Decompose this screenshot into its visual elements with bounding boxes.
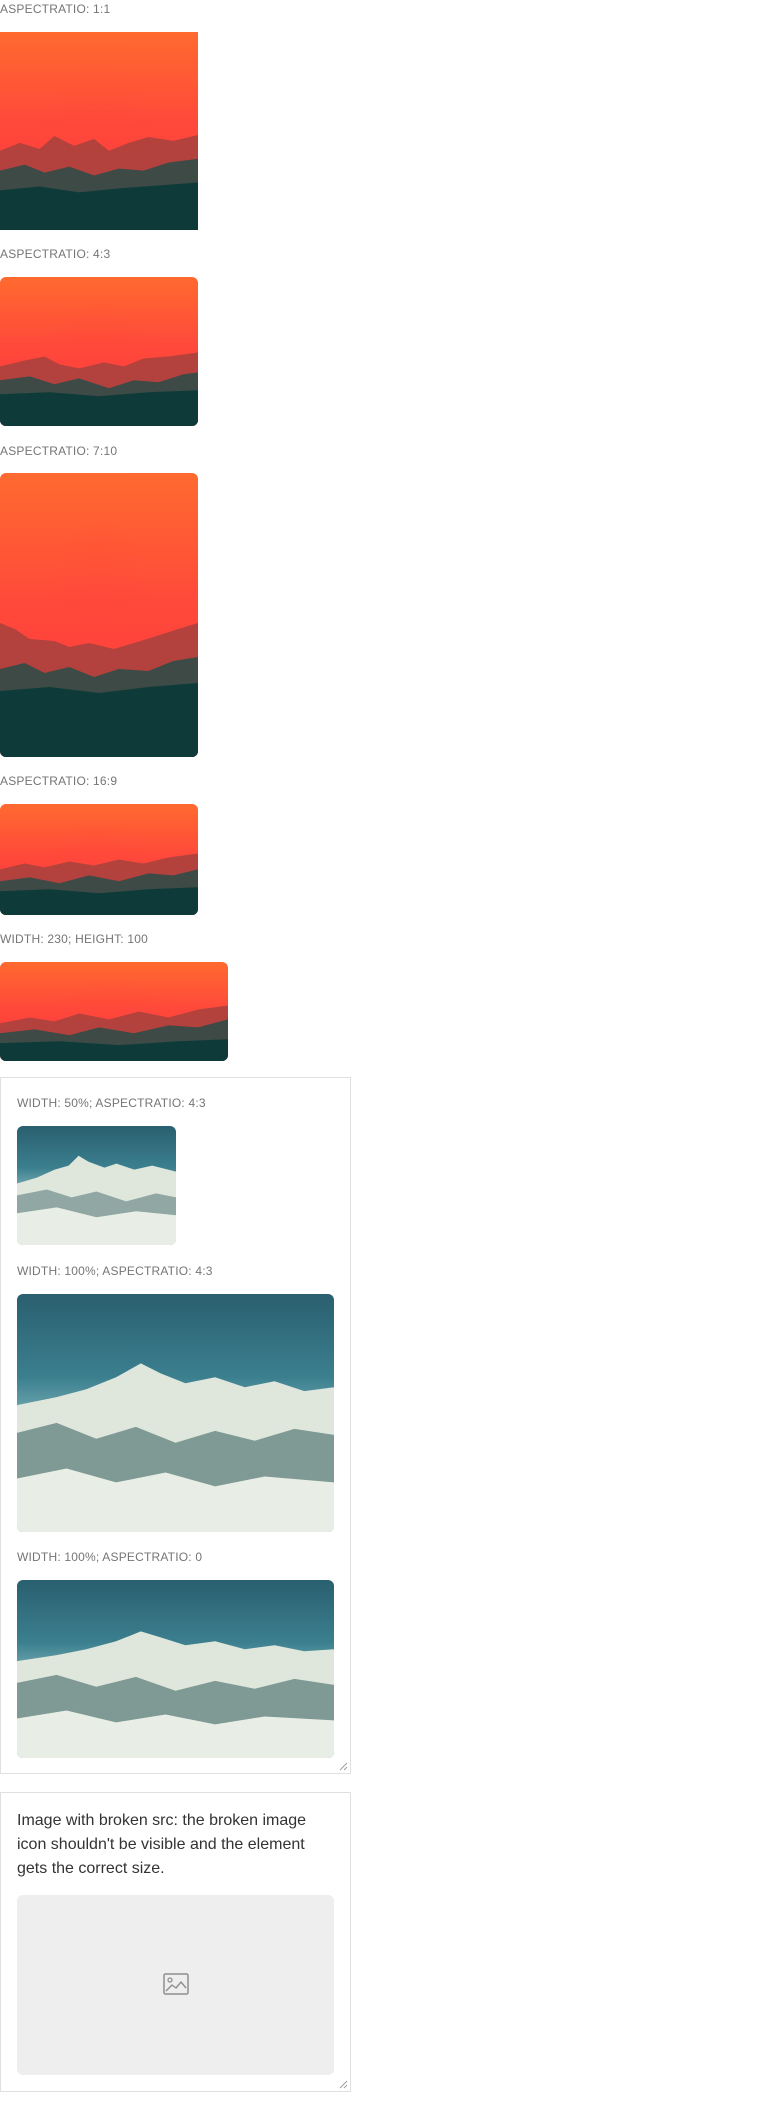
resize-handle-icon[interactable] (339, 1762, 348, 1771)
broken-image-panel[interactable]: Image with broken src: the broken image … (0, 1792, 351, 2092)
mountain-image-full-4-3 (17, 1294, 334, 1532)
section-label-1-1: ASPECTRATIO: 1:1 (0, 2, 111, 16)
broken-image-placeholder (17, 1895, 334, 2075)
sunset-image-1-1 (0, 32, 198, 230)
resizable-panel[interactable]: WIDTH: 50%; ASPECTRATIO: 4:3 WIDTH: 100%… (0, 1077, 351, 1774)
sunset-image-7-10 (0, 473, 198, 757)
section-label-7-10: ASPECTRATIO: 7:10 (0, 444, 118, 458)
panel-label-50-4-3: WIDTH: 50%; ASPECTRATIO: 4:3 (17, 1096, 206, 1110)
section-label-4-3: ASPECTRATIO: 4:3 (0, 247, 111, 261)
section-label-16-9: ASPECTRATIO: 16:9 (0, 774, 118, 788)
sunset-image-fixed (0, 962, 228, 1061)
sunset-image-4-3 (0, 277, 198, 426)
mountain-image-full-native (17, 1580, 334, 1758)
broken-image-icon (163, 1973, 189, 1995)
mountain-image-half (17, 1126, 176, 1245)
panel-label-100-0: WIDTH: 100%; ASPECTRATIO: 0 (17, 1550, 203, 1564)
section-label-fixed-size: WIDTH: 230; HEIGHT: 100 (0, 932, 148, 946)
sunset-image-16-9 (0, 804, 198, 915)
resize-handle-icon[interactable] (339, 2080, 348, 2089)
broken-image-description: Image with broken src: the broken image … (17, 1812, 307, 1877)
panel-label-100-4-3: WIDTH: 100%; ASPECTRATIO: 4:3 (17, 1264, 213, 1278)
